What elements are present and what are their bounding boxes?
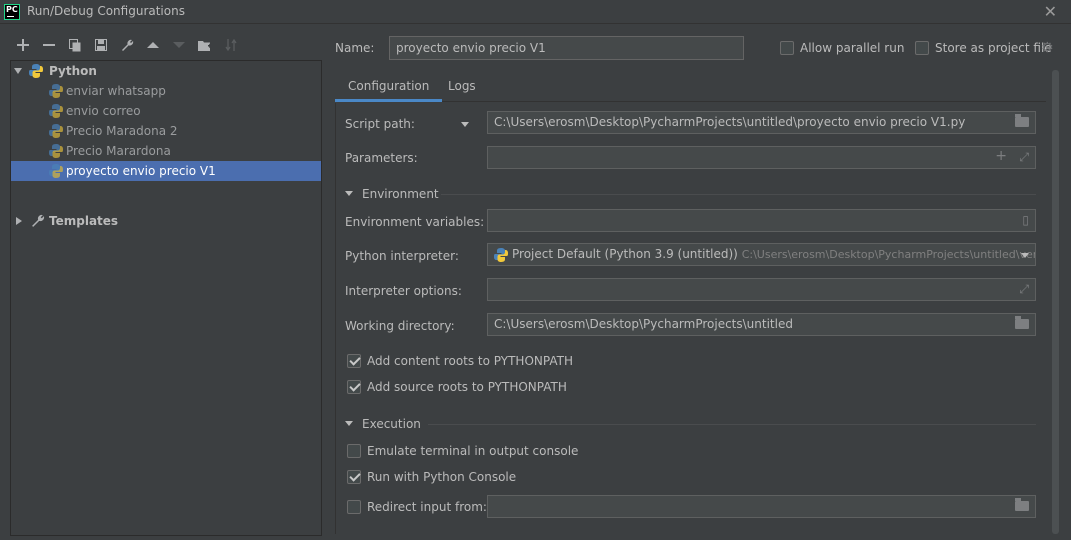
name-label: Name: (335, 41, 375, 55)
sort-icon[interactable] (218, 36, 244, 54)
add-icon[interactable] (10, 36, 36, 54)
title-bar: PC Run/Debug Configurations ✕ (0, 0, 1071, 24)
interpreter-options-field[interactable]: ⤢ (487, 278, 1036, 301)
environment-section-title: Environment (362, 187, 439, 201)
move-down-icon[interactable] (166, 36, 192, 54)
folder-icon[interactable] (1015, 316, 1029, 329)
python-icon (494, 248, 508, 262)
execution-section-title: Execution (362, 417, 421, 431)
config-tree: Python enviar whatsapp envio correo Precio… (10, 60, 322, 536)
config-panel: Configuration Logs Script path: C:\Users… (335, 70, 1046, 534)
move-up-icon[interactable] (140, 36, 166, 54)
allow-parallel-run-checkbox[interactable] (780, 41, 794, 55)
window-title: Run/Debug Configurations (27, 4, 185, 18)
tree-item-label: envio correo (66, 104, 141, 118)
tree-node-python[interactable]: Python (11, 61, 321, 81)
section-divider (428, 424, 1036, 425)
folder-icon[interactable] (1015, 114, 1029, 127)
tree-item-config[interactable]: envio correo (11, 101, 321, 121)
add-icon[interactable]: + (995, 149, 1007, 163)
remove-icon[interactable] (36, 36, 62, 54)
scrollbar[interactable] (1052, 70, 1059, 534)
python-config-icon (49, 104, 63, 118)
working-directory-field[interactable]: C:\Users\erosm\Desktop\PycharmProjects\u… (487, 313, 1036, 336)
folder-icon[interactable] (1015, 498, 1029, 511)
expand-icon[interactable]: ⤢ (1019, 282, 1029, 296)
python-config-icon (49, 124, 63, 138)
python-interpreter-value: Project Default (Python 3.9 (untitled)) (512, 247, 738, 261)
run-with-python-console-checkbox[interactable] (347, 470, 361, 484)
configuration-content: Script path: C:\Users\erosm\Desktop\Pych… (335, 103, 1046, 534)
emulate-terminal-label: Emulate terminal in output console (367, 444, 579, 458)
save-icon[interactable] (88, 36, 114, 54)
script-path-value: C:\Users\erosm\Desktop\PycharmProjects\u… (494, 115, 966, 129)
script-path-label: Script path: (345, 117, 415, 131)
tab-logs[interactable]: Logs (435, 70, 489, 102)
add-content-roots-label: Add content roots to PYTHONPATH (367, 354, 573, 368)
chevron-down-icon[interactable] (1021, 253, 1029, 258)
allow-parallel-run-label: Allow parallel run (800, 41, 905, 55)
section-divider (441, 194, 1036, 195)
tab-bar: Configuration Logs (335, 70, 1046, 102)
emulate-terminal-checkbox[interactable] (347, 444, 361, 458)
wrench-icon (32, 214, 45, 227)
tree-item-config[interactable]: proyecto envio precio V1 (11, 161, 321, 181)
tab-configuration[interactable]: Configuration (335, 70, 443, 102)
add-content-roots-checkbox[interactable] (347, 354, 361, 368)
run-with-python-console-label: Run with Python Console (367, 470, 517, 484)
expand-icon[interactable]: ⤢ (1019, 150, 1029, 164)
config-toolbar (10, 36, 244, 54)
tree-item-config[interactable]: enviar whatsapp (11, 81, 321, 101)
tree-item-label: Precio Marardona (66, 144, 171, 158)
redirect-input-checkbox[interactable] (347, 500, 361, 514)
expand-arrow-icon[interactable] (16, 217, 22, 225)
store-as-project-file-label: Store as project file (935, 41, 1052, 55)
tree-label-python: Python (49, 64, 97, 78)
close-icon[interactable]: ✕ (1044, 2, 1057, 21)
pycharm-app-icon: PC (4, 4, 20, 20)
script-type-dropdown-icon[interactable] (461, 122, 469, 127)
parameters-field[interactable]: + ⤢ (487, 146, 1036, 169)
python-interpreter-path: C:\Users\erosm\Desktop\PycharmProjects\u… (741, 248, 1036, 261)
add-source-roots-checkbox[interactable] (347, 380, 361, 394)
tree-item-label: proyecto envio precio V1 (66, 164, 216, 178)
name-input[interactable]: proyecto envio precio V1 (389, 36, 744, 60)
python-interpreter-label: Python interpreter: (345, 249, 459, 263)
wrench-icon[interactable] (114, 36, 140, 54)
working-directory-value: C:\Users\erosm\Desktop\PycharmProjects\u… (494, 317, 793, 331)
execution-section[interactable]: Execution (345, 417, 421, 431)
parameters-label: Parameters: (345, 151, 418, 165)
python-icon (29, 64, 43, 78)
environment-variables-label: Environment variables: (345, 215, 485, 229)
expand-arrow-icon[interactable] (14, 68, 22, 74)
tree-item-label: Precio Maradona 2 (66, 124, 178, 138)
interpreter-options-label: Interpreter options: (345, 284, 462, 298)
copy-icon[interactable] (62, 36, 88, 54)
python-config-icon (49, 84, 63, 98)
working-directory-label: Working directory: (345, 319, 455, 333)
python-config-icon (49, 144, 63, 158)
tree-item-config[interactable]: Precio Maradona 2 (11, 121, 321, 141)
script-path-field[interactable]: C:\Users\erosm\Desktop\PycharmProjects\u… (487, 111, 1036, 134)
tree-item-label: enviar whatsapp (66, 84, 166, 98)
tree-label-templates: Templates (49, 214, 119, 228)
environment-variables-field[interactable]: ▯ (487, 209, 1036, 232)
tree-node-templates[interactable]: Templates (11, 211, 321, 231)
edit-list-icon[interactable]: ▯ (1022, 213, 1029, 227)
store-as-project-file-checkbox[interactable] (915, 41, 929, 55)
python-interpreter-dropdown[interactable]: Project Default (Python 3.9 (untitled)) … (487, 243, 1036, 266)
collapse-caret-icon (345, 421, 353, 426)
new-folder-icon[interactable] (192, 36, 218, 54)
tree-item-config[interactable]: Precio Marardona (11, 141, 321, 161)
collapse-caret-icon (345, 191, 353, 196)
left-pane: Python enviar whatsapp envio correo Precio… (0, 30, 326, 540)
redirect-input-field[interactable] (487, 495, 1036, 518)
add-source-roots-label: Add source roots to PYTHONPATH (367, 380, 567, 394)
python-config-icon (49, 164, 63, 178)
redirect-input-label: Redirect input from: (367, 500, 487, 514)
environment-section[interactable]: Environment (345, 187, 439, 201)
gear-icon[interactable]: ⚙ (1041, 40, 1054, 56)
